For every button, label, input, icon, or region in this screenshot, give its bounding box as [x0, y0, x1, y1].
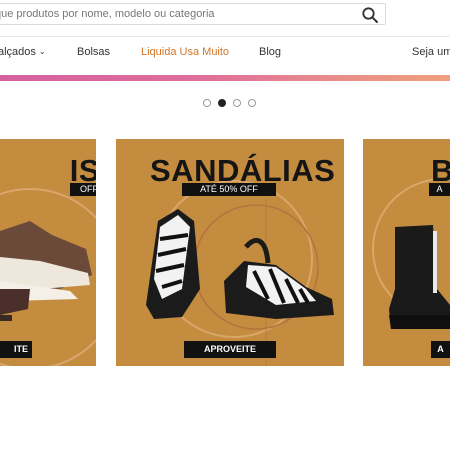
card-aproveite-button[interactable]: ITE — [0, 341, 32, 358]
nav-item-label: alçados — [0, 46, 36, 58]
card-badge: OFF — [70, 183, 96, 196]
nav-item-label: Bolsas — [77, 46, 111, 58]
promo-gradient-bar — [0, 75, 450, 81]
carousel-dot-active[interactable] — [218, 99, 226, 107]
nav-item-bolsas[interactable]: Bolsas — [77, 46, 110, 58]
header-divider — [0, 36, 450, 37]
product-card-sneakers[interactable]: IS OFF ITE — [0, 139, 96, 366]
nav-item-liquida[interactable]: Liquida Usa Muito — [141, 46, 229, 58]
nav-item-seja-um[interactable]: Seja um — [412, 46, 450, 58]
search-bar — [0, 3, 386, 25]
nav-item-label: Seja um — [412, 46, 450, 58]
nav-item-label: Blog — [259, 46, 282, 58]
search-icon[interactable] — [361, 6, 379, 24]
card-badge: A — [429, 183, 450, 196]
card-badge: ATÉ 50% OFF — [182, 183, 276, 196]
product-card-sandalias[interactable]: SANDÁLIAS ATÉ 50% OFF APROVEITE — [116, 139, 344, 366]
chevron-down-icon: ⌄ — [38, 47, 46, 56]
main-nav: alçados ⌄ Bolsas Liquida Usa Muito Blog S… — [0, 46, 450, 64]
nav-item-calcados[interactable]: alçados ⌄ — [0, 46, 46, 58]
product-card-botas[interactable]: B A A — [363, 139, 450, 366]
nav-item-blog[interactable]: Blog — [259, 46, 281, 58]
nav-item-label: Liquida Usa Muito — [141, 46, 230, 58]
card-aproveite-button[interactable]: APROVEITE — [184, 341, 276, 358]
carousel-dot[interactable] — [233, 99, 241, 107]
carousel-dot[interactable] — [203, 99, 211, 107]
carousel-dot[interactable] — [248, 99, 256, 107]
search-input[interactable] — [0, 4, 345, 24]
card-aproveite-button[interactable]: A — [431, 341, 450, 358]
